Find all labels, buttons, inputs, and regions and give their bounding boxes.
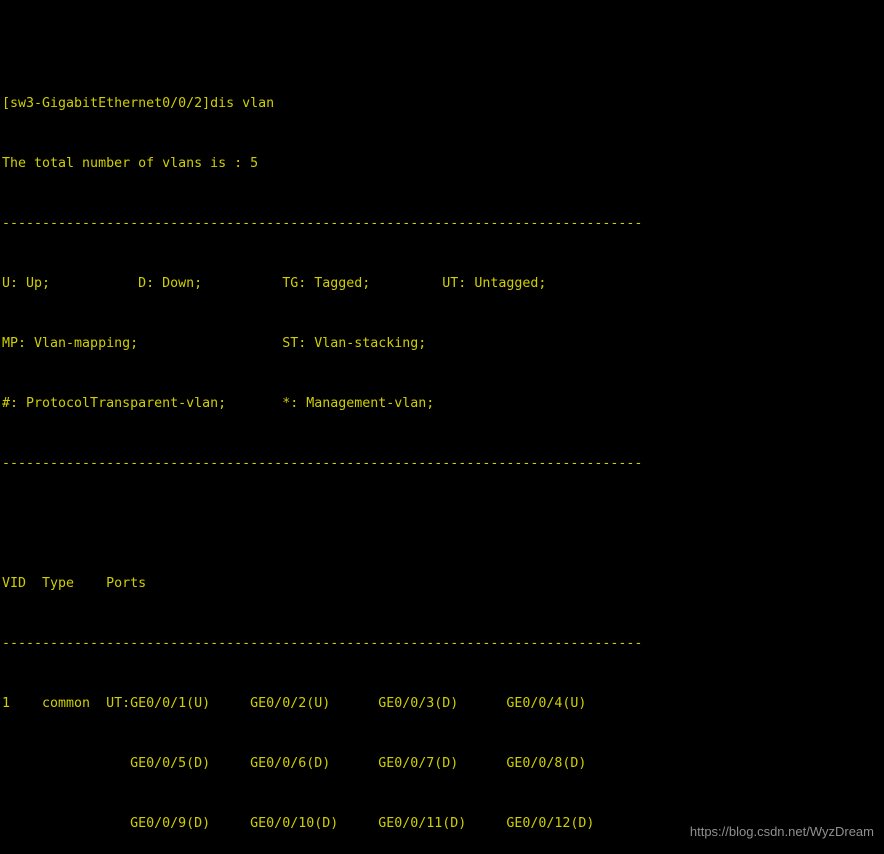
- legend-line: #: ProtocolTransparent-vlan; *: Manageme…: [2, 396, 435, 411]
- terminal-output-buffer[interactable]: [sw3-GigabitEthernet0/0/2]dis vlan The t…: [0, 0, 884, 854]
- vlan-total-line: The total number of vlans is : 5: [2, 156, 259, 171]
- terminal-window[interactable]: [sw3-GigabitEthernet0/0/2]dis vlan The t…: [0, 0, 884, 854]
- command-line: [sw3-GigabitEthernet0/0/2]dis vlan: [2, 96, 275, 111]
- vlan-ports-row: 1 common UT:GE0/0/1(U) GE0/0/2(U) GE0/0/…: [2, 696, 587, 711]
- vlan-ports-row: GE0/0/5(D) GE0/0/6(D) GE0/0/7(D) GE0/0/8…: [2, 756, 587, 771]
- legend-line: MP: Vlan-mapping; ST: Vlan-stacking;: [2, 336, 427, 351]
- separator-line: ----------------------------------------…: [2, 456, 643, 471]
- separator-line: ----------------------------------------…: [2, 636, 643, 651]
- ports-table-header: VID Type Ports: [2, 576, 147, 591]
- legend-line: U: Up; D: Down; TG: Tagged; UT: Untagged…: [2, 276, 547, 291]
- watermark-url: https://blog.csdn.net/WyzDream: [689, 824, 874, 839]
- separator-line: ----------------------------------------…: [2, 216, 643, 231]
